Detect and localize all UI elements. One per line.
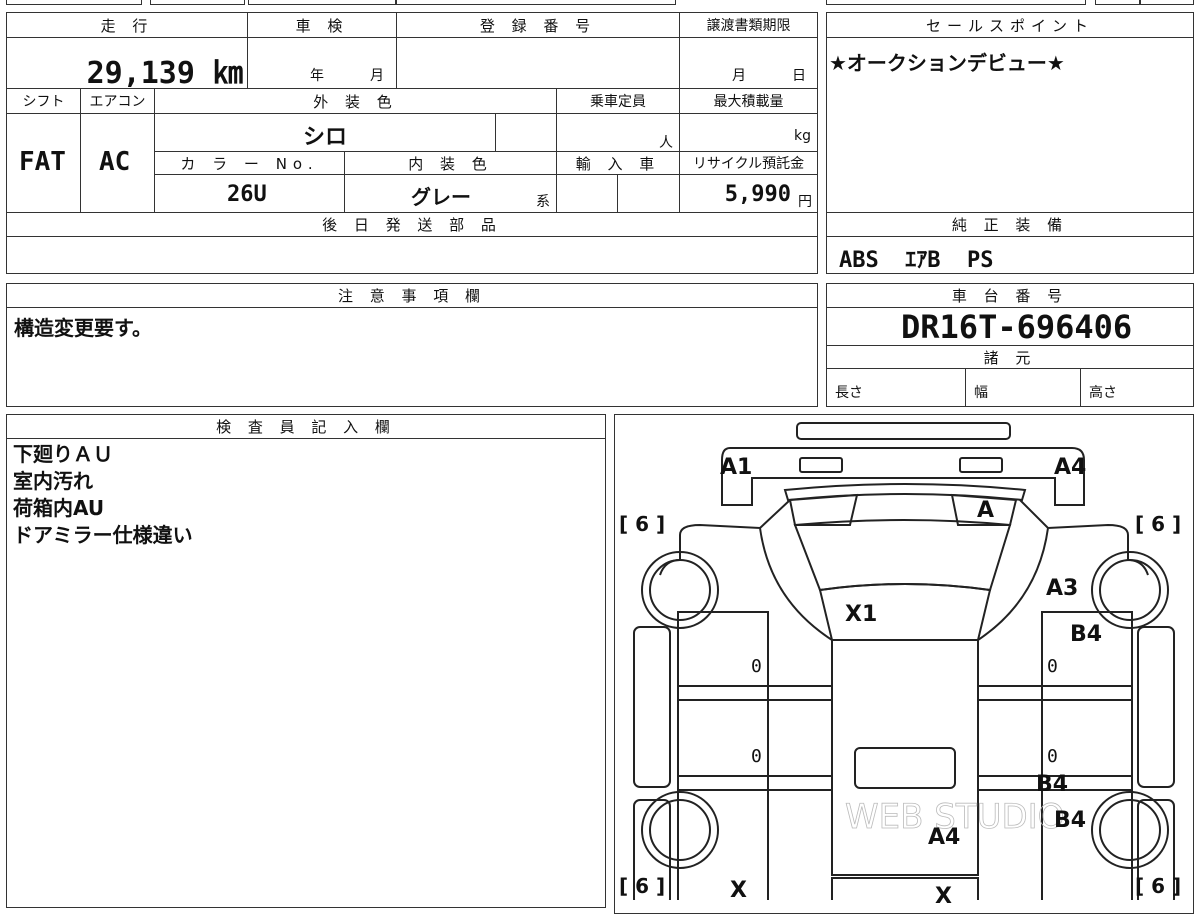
mark-x-bottom: X: [935, 884, 952, 909]
mark-a4-bed: A4: [928, 825, 961, 850]
mark-b4-right-middle: B4: [1036, 772, 1069, 797]
mark-a1-bumper-left: A1: [720, 455, 753, 480]
truck-diagram: WEB STUDIO: [633, 422, 1175, 900]
mark-b4-right-lower: B4: [1054, 808, 1087, 833]
tire-label-front-left: [ 6 ]: [619, 512, 666, 536]
mark-x-left-rear: X: [730, 878, 747, 903]
mark-x1-roof: X1: [845, 602, 878, 627]
mark-b4-right-upper: B4: [1070, 622, 1103, 647]
mark-zero-left-lower: 0: [751, 746, 762, 767]
mark-a-windshield: A: [977, 498, 995, 523]
mark-zero-right-upper: 0: [1047, 656, 1058, 677]
mark-zero-right-lower: 0: [1047, 746, 1058, 767]
tire-label-rear-left: [ 6 ]: [619, 874, 666, 898]
tire-label-rear-right: [ 6 ]: [1135, 874, 1182, 898]
tire-label-front-right: [ 6 ]: [1135, 512, 1182, 536]
mark-zero-left-upper: 0: [751, 656, 762, 677]
mark-a3-fender-right: A3: [1046, 576, 1079, 601]
mark-a4-bumper-right: A4: [1054, 455, 1087, 480]
